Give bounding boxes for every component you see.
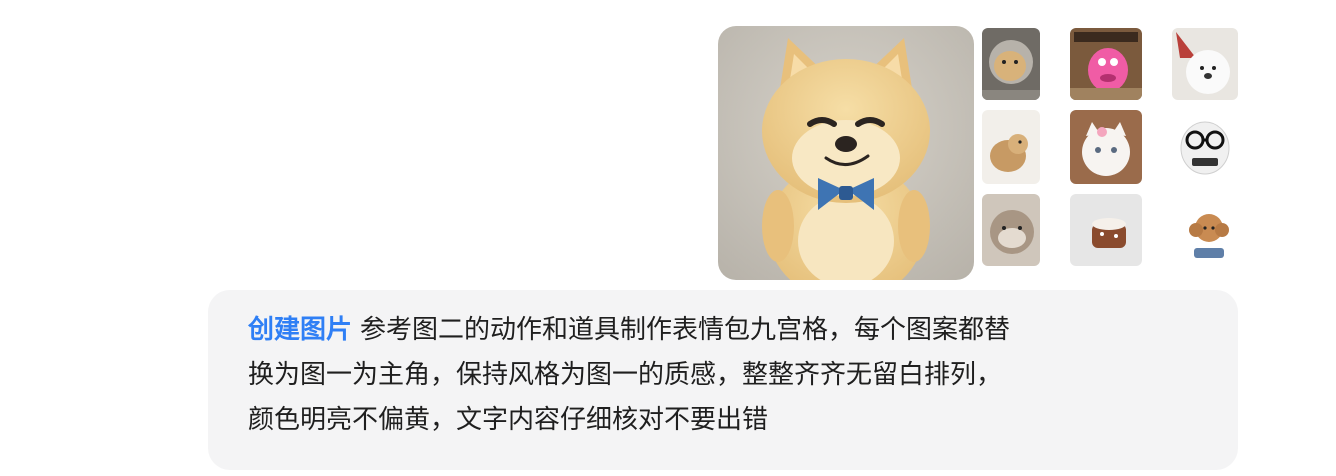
white-cat-meme-thumbnail (1070, 110, 1142, 184)
white-dog-meme-thumbnail (1172, 28, 1238, 100)
pink-puppet-meme-thumbnail (1070, 28, 1142, 100)
create-image-tag[interactable]: 创建图片 (248, 315, 352, 345)
grid-image-1[interactable] (982, 28, 1040, 100)
toy-poodle-meme-thumbnail (1184, 204, 1234, 266)
message-line-3: 颜色明亮不偏黄，文字内容仔细核对不要出错 (248, 405, 769, 435)
grid-image-2[interactable] (1070, 28, 1142, 100)
dog-with-glasses-meme-thumbnail (1172, 110, 1238, 184)
small-dog-meme-thumbnail (982, 110, 1040, 184)
prompt-message-text: 创建图片 参考图二的动作和道具制作表情包九宫格，每个图案都替 换为图一为主角，保持… (248, 308, 1208, 443)
message-line-1: 创建图片 参考图二的动作和道具制作表情包九宫格，每个图案都替 (248, 308, 1208, 353)
dog-meme-thumbnail (982, 28, 1040, 100)
grid-image-8[interactable] (1070, 194, 1142, 266)
cake-meme-thumbnail (1070, 194, 1142, 266)
cat-meme-thumbnail (982, 194, 1040, 266)
message-line-2: 换为图一为主角，保持风格为图一的质感，整整齐齐无留白排列， (248, 360, 1003, 390)
prompt-message-bubble: 创建图片 参考图二的动作和道具制作表情包九宫格，每个图案都替 换为图一为主角，保持… (208, 290, 1238, 470)
grid-image-6[interactable] (1172, 110, 1238, 184)
grid-image-7[interactable] (982, 194, 1040, 266)
grid-image-4[interactable] (982, 110, 1040, 184)
grid-image-3[interactable] (1172, 28, 1238, 100)
main-reference-image[interactable] (718, 26, 974, 280)
grid-image-9[interactable] (1184, 204, 1234, 266)
message-line-1-text: 参考图二的动作和道具制作表情包九宫格，每个图案都替 (360, 315, 1011, 345)
shiba-plush-image (718, 26, 974, 280)
grid-image-5[interactable] (1070, 110, 1142, 184)
